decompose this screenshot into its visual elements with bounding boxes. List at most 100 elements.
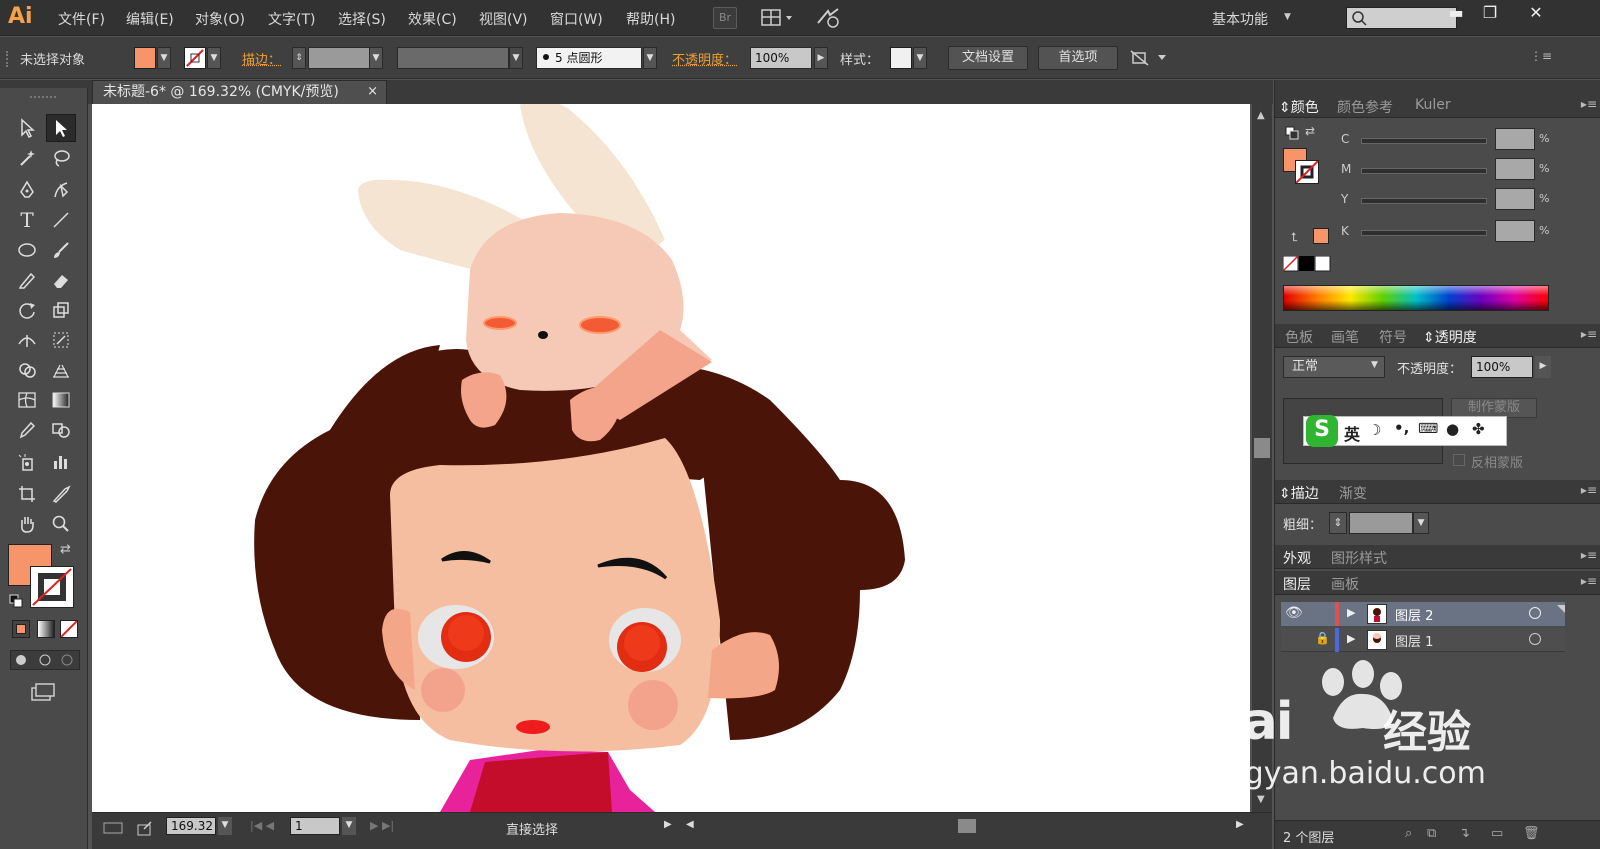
column-graph-tool-icon[interactable] [46,448,76,476]
gamut-color-swatch[interactable] [1313,228,1329,244]
artboard-tool-icon[interactable] [12,480,42,508]
panel-menu-icon[interactable]: ⋮≡ [1530,49,1552,63]
layer-name[interactable]: 图层 2 [1395,605,1433,624]
out-of-gamut-icon[interactable]: ⮤ [1291,230,1298,245]
eyedropper-tool-icon[interactable] [12,416,42,444]
tab-swatches[interactable]: 色板 [1285,327,1313,347]
swap-fill-stroke-icon[interactable]: ⇄ [60,542,76,558]
panel-stroke-weight-dropdown[interactable]: ▼ [1413,512,1429,534]
default-colors-icon[interactable] [9,594,23,608]
scroll-down-icon[interactable]: ▼ [1257,794,1265,805]
stroke-weight-stepper[interactable]: ⇕ [292,47,306,69]
toolbox-grip[interactable] [30,96,56,100]
vertical-scrollbar[interactable]: ▲ ▼ [1252,104,1272,812]
page-input[interactable]: 1 [290,817,340,835]
new-sublayer-icon[interactable]: ↴ [1459,826,1470,841]
ime-keyboard-icon[interactable]: ⌨ [1418,421,1438,437]
status-menu-arrow[interactable]: ▶ [664,819,672,830]
restore-button[interactable]: ❐ [1468,0,1512,26]
expand-layer-icon[interactable]: ▶ [1347,632,1355,645]
menu-type[interactable]: 文字(T) [268,9,315,29]
tab-appearance[interactable]: 外观 [1283,548,1311,568]
symbol-sprayer-tool-icon[interactable] [12,448,42,476]
ime-menu-icon[interactable]: ✤ [1472,420,1485,438]
bridge-button[interactable]: Br [713,7,737,29]
hand-tool-icon[interactable] [12,510,42,538]
zoom-tool-icon[interactable] [46,510,76,538]
scale-tool-icon[interactable] [46,296,76,324]
transparency-opacity-input[interactable]: 100% [1471,356,1533,378]
make-clipping-mask-icon[interactable]: ⧉ [1427,826,1436,841]
curvature-tool-icon[interactable] [46,176,76,204]
tab-graphic-styles[interactable]: 图形样式 [1331,548,1387,568]
horizontal-scrollbar[interactable] [702,817,1242,835]
tab-stroke[interactable]: ⇕描边 [1279,483,1319,503]
black-input[interactable] [1495,220,1535,242]
close-window-button[interactable]: ✕ [1514,0,1558,26]
last-page-icon[interactable]: ▶ ▶| [370,819,394,832]
magenta-slider[interactable] [1361,168,1487,174]
control-bar-grip[interactable] [6,51,9,67]
isolate-object-icon[interactable] [1130,49,1170,67]
profile-dropdown[interactable]: ▼ [509,47,523,69]
tab-transparency[interactable]: ⇕透明度 [1423,327,1477,347]
stroke-panel-menu-icon[interactable]: ▸≡ [1581,483,1597,497]
perspective-grid-tool-icon[interactable] [46,356,76,384]
document-tab[interactable]: 未标题-6* @ 169.32% (CMYK/预览) × [92,80,387,104]
stroke-swatch[interactable] [30,566,74,608]
eraser-tool-icon[interactable] [46,266,76,294]
tab-artboards[interactable]: 画板 [1331,574,1359,594]
lasso-tool-icon[interactable] [46,144,76,172]
transparency-opacity-arrow[interactable]: ▶ [1535,356,1551,378]
share-icon[interactable] [136,819,154,837]
ime-punct-icon[interactable]: •, [1394,419,1409,437]
delete-layer-icon[interactable]: 🗑 [1523,826,1540,841]
new-layer-icon[interactable]: ▭ [1491,826,1503,841]
workspace-switcher[interactable]: 基本功能 [1212,9,1268,29]
stroke-weight-dropdown[interactable]: ▼ [369,47,383,69]
cyan-slider[interactable] [1361,138,1487,144]
pencil-tool-icon[interactable] [12,266,42,294]
blend-tool-icon[interactable] [46,416,76,444]
menu-window[interactable]: 窗口(W) [550,9,603,29]
tab-color-guide[interactable]: 颜色参考 [1337,97,1393,117]
blend-mode-dropdown-icon[interactable]: ▼ [1371,360,1378,370]
stroke-color-swatch[interactable] [184,47,206,69]
color-panel-menu-icon[interactable]: ▸≡ [1581,97,1597,111]
horizontal-scroll-thumb[interactable] [958,819,976,833]
ime-moon-icon[interactable]: ☽ [1368,421,1381,439]
stroke-weight-input[interactable] [308,47,370,69]
quick-color-swatches[interactable] [1283,256,1331,272]
panel-stroke-weight-input[interactable] [1349,512,1413,534]
ime-toolbar[interactable]: S 英 ☽ •, ⌨ ● ✤ [1303,416,1507,446]
visibility-eye-icon[interactable]: 👁 [1285,605,1303,621]
shape-builder-tool-icon[interactable] [12,356,42,384]
tab-kuler[interactable]: Kuler [1415,97,1451,113]
document-setup-button[interactable]: 文档设置 [948,46,1028,70]
color-spectrum-bar[interactable] [1283,285,1549,311]
cyan-input[interactable] [1495,128,1535,150]
zoom-input[interactable]: 169.32 [166,817,216,835]
blend-mode-select[interactable]: 正常 [1283,356,1385,378]
black-slider[interactable] [1361,230,1487,236]
brush-dropdown[interactable]: ▼ [643,47,657,69]
gradient-tool-icon[interactable] [46,386,76,414]
first-page-icon[interactable]: |◀ ◀ [250,819,274,832]
ellipse-tool-icon[interactable] [12,236,42,264]
expand-layer-icon[interactable]: ▶ [1347,606,1355,619]
opacity-input[interactable]: 100% [750,47,812,69]
close-tab-icon[interactable]: × [367,81,378,103]
graphic-style-swatch[interactable] [890,47,912,69]
lock-icon[interactable]: 🔒 [1315,631,1330,645]
gradient-mode-icon[interactable] [37,620,55,638]
type-tool-icon[interactable]: T [12,206,42,234]
menu-file[interactable]: 文件(F) [58,9,105,29]
tab-layers[interactable]: 图层 [1283,574,1311,594]
layer-row-2[interactable]: 👁 ▶ 图层 2 [1281,602,1565,626]
page-dropdown[interactable]: ▼ [342,817,356,835]
pen-tool-icon[interactable] [12,176,42,204]
tab-gradient[interactable]: 渐变 [1339,483,1367,503]
magic-wand-tool-icon[interactable] [12,144,42,172]
direct-selection-tool-icon[interactable] [46,114,76,142]
artboard[interactable] [92,104,1250,812]
